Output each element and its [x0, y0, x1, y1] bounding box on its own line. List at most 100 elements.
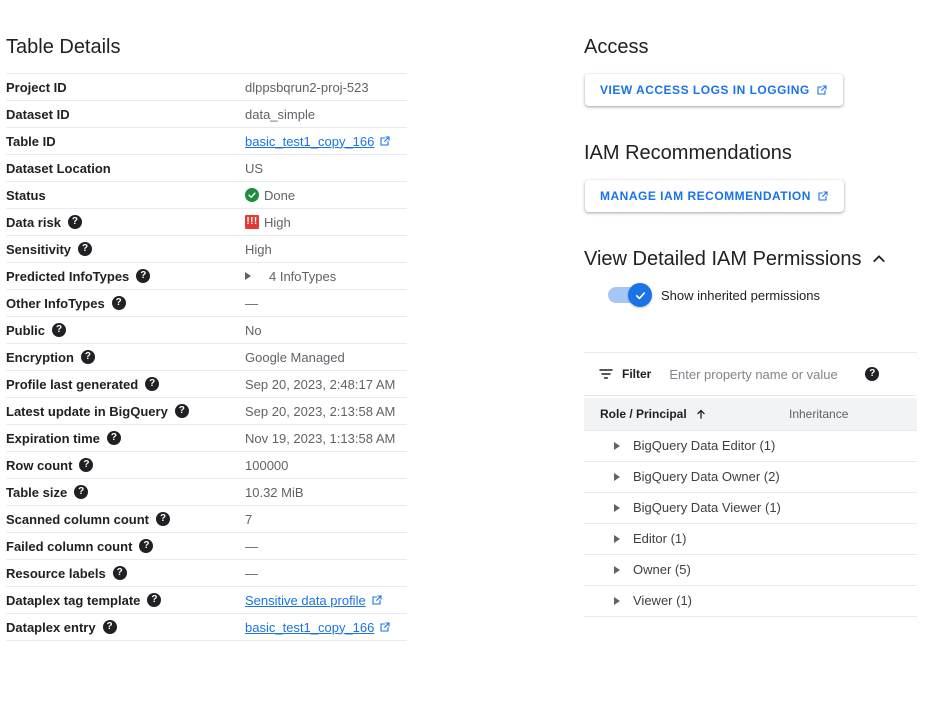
- help-icon[interactable]: ?: [145, 377, 159, 391]
- help-icon[interactable]: ?: [79, 458, 93, 472]
- detail-label: Project ID: [6, 80, 67, 95]
- detail-value: Sep 20, 2023, 2:48:17 AM: [245, 377, 395, 392]
- detail-value-cell: 4 InfoTypes: [245, 263, 407, 290]
- table-row: Dataset ID data_simple: [6, 101, 407, 128]
- detail-value: Sep 20, 2023, 2:13:58 AM: [245, 404, 395, 419]
- detail-value-link[interactable]: basic_test1_copy_166: [245, 134, 374, 149]
- inheritance-cell: [789, 523, 917, 554]
- view-access-logs-label: VIEW ACCESS LOGS IN LOGGING: [600, 83, 810, 97]
- table-header-row: Role / Principal Inheritance: [584, 398, 917, 430]
- expand-triangle-icon[interactable]: [614, 473, 620, 481]
- show-inherited-permissions-row[interactable]: Show inherited permissions: [608, 287, 820, 303]
- detail-label-cell: Scanned column count?: [6, 506, 245, 533]
- help-icon[interactable]: ?: [147, 593, 161, 607]
- table-row[interactable]: BigQuery Data Editor (1): [584, 430, 917, 461]
- role-cell: Editor (1): [584, 523, 789, 554]
- help-icon[interactable]: ?: [175, 404, 189, 418]
- chevron-up-icon[interactable]: [871, 251, 887, 267]
- detail-value-cell: Done: [245, 182, 407, 209]
- detail-label-cell: Predicted InfoTypes?: [6, 263, 245, 290]
- help-icon[interactable]: ?: [113, 566, 127, 580]
- detail-label: Dataset Location: [6, 161, 111, 176]
- detail-label: Data risk: [6, 215, 61, 230]
- table-row: Dataplex tag template?Sensitive data pro…: [6, 587, 407, 614]
- page-title: Table Details: [6, 34, 121, 60]
- help-icon[interactable]: ?: [107, 431, 121, 445]
- expand-triangle-icon[interactable]: [614, 597, 620, 605]
- table-row[interactable]: BigQuery Data Owner (2): [584, 461, 917, 492]
- toggle-knob: [628, 283, 652, 307]
- table-row[interactable]: Editor (1): [584, 523, 917, 554]
- help-icon[interactable]: ?: [52, 323, 66, 337]
- filter-input[interactable]: [667, 366, 857, 383]
- detail-label-cell: Status: [6, 182, 245, 209]
- expand-triangle-icon[interactable]: [614, 442, 620, 450]
- detail-value-cell: data_simple: [245, 101, 407, 128]
- external-link-icon: [817, 190, 829, 202]
- sort-ascending-icon[interactable]: [695, 408, 707, 420]
- detail-label-cell: Sensitivity?: [6, 236, 245, 263]
- detail-value-link[interactable]: Sensitive data profile: [245, 593, 366, 608]
- external-link-icon[interactable]: [379, 621, 391, 633]
- detail-label: Dataset ID: [6, 107, 70, 122]
- external-link-icon[interactable]: [371, 594, 383, 606]
- manage-iam-recommendation-button[interactable]: MANAGE IAM RECOMMENDATION: [585, 180, 844, 212]
- role-label: BigQuery Data Viewer (1): [633, 500, 781, 515]
- column-header-inheritance[interactable]: Inheritance: [789, 398, 917, 430]
- expand-triangle-icon[interactable]: [614, 566, 620, 574]
- view-access-logs-button[interactable]: VIEW ACCESS LOGS IN LOGGING: [585, 74, 843, 106]
- detail-label: Resource labels: [6, 566, 106, 581]
- detail-label: Expiration time: [6, 431, 100, 446]
- help-icon[interactable]: ?: [156, 512, 170, 526]
- table-details-page: Table Details Project ID dlppsbqrun2-proj…: [0, 0, 938, 706]
- detail-value: —: [245, 566, 258, 581]
- table-details-list: Project IDdlppsbqrun2-proj-523Dataset ID…: [6, 73, 407, 641]
- detail-value-cell: dlppsbqrun2-proj-523: [245, 74, 407, 101]
- column-header-role-principal[interactable]: Role / Principal: [584, 398, 789, 430]
- table-row: Scanned column count?7: [6, 506, 407, 533]
- detail-label-cell: Profile last generated?: [6, 371, 245, 398]
- expand-triangle-icon[interactable]: [614, 504, 620, 512]
- show-inherited-permissions-toggle[interactable]: [608, 287, 650, 303]
- help-icon[interactable]: ?: [74, 485, 88, 499]
- detail-value: 100000: [245, 458, 288, 473]
- help-icon[interactable]: ?: [112, 296, 126, 310]
- view-detailed-iam-permissions-label: View Detailed IAM Permissions: [584, 246, 862, 272]
- detail-label: Failed column count: [6, 539, 132, 554]
- column-header-role-principal-label: Role / Principal: [600, 407, 687, 421]
- role-cell: BigQuery Data Owner (2): [584, 461, 789, 492]
- expand-triangle-icon[interactable]: [245, 272, 251, 280]
- table-row[interactable]: BigQuery Data Viewer (1): [584, 492, 917, 523]
- help-icon[interactable]: ?: [103, 620, 117, 634]
- detail-label-cell: Expiration time?: [6, 425, 245, 452]
- risk-high-icon: !!!: [245, 215, 259, 229]
- detail-value: No: [245, 323, 262, 338]
- inheritance-cell: [789, 585, 917, 616]
- help-icon[interactable]: ?: [136, 269, 150, 283]
- help-icon[interactable]: ?: [81, 350, 95, 364]
- table-row: Latest update in BigQuery?Sep 20, 2023, …: [6, 398, 407, 425]
- table-row: Dataset LocationUS: [6, 155, 407, 182]
- table-details-panel: Table Details Project ID dlppsbqrun2-proj…: [0, 0, 420, 706]
- status-badge: Done: [264, 188, 295, 203]
- manage-iam-recommendation-label: MANAGE IAM RECOMMENDATION: [600, 189, 811, 203]
- role-cell: BigQuery Data Editor (1): [584, 430, 789, 461]
- filter-help-icon[interactable]: ?: [865, 367, 879, 381]
- detail-label-cell: Row count?: [6, 452, 245, 479]
- view-detailed-iam-permissions-header[interactable]: View Detailed IAM Permissions: [584, 246, 887, 272]
- external-link-icon: [816, 84, 828, 96]
- inheritance-cell: [789, 461, 917, 492]
- table-row: Failed column count?—: [6, 533, 407, 560]
- table-row[interactable]: Viewer (1): [584, 585, 917, 616]
- detail-value-link[interactable]: basic_test1_copy_166: [245, 620, 374, 635]
- filter-icon[interactable]: [598, 366, 614, 382]
- detail-label: Table size: [6, 485, 67, 500]
- help-icon[interactable]: ?: [78, 242, 92, 256]
- table-row: Resource labels? —: [6, 560, 407, 587]
- detail-label-cell: Table size?: [6, 479, 245, 506]
- table-row[interactable]: Owner (5): [584, 554, 917, 585]
- help-icon[interactable]: ?: [139, 539, 153, 553]
- external-link-icon[interactable]: [379, 135, 391, 147]
- help-icon[interactable]: ?: [68, 215, 82, 229]
- expand-triangle-icon[interactable]: [614, 535, 620, 543]
